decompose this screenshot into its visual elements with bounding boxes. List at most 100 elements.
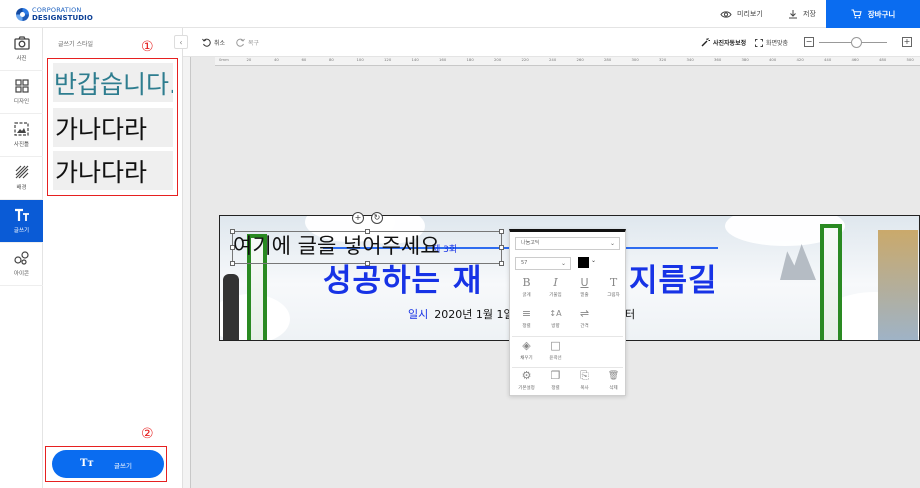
green-door-image xyxy=(820,224,842,340)
sidebar-item-frame[interactable]: 사진틀 xyxy=(0,114,43,157)
text-direction-icon: ↕A xyxy=(549,309,562,318)
spacing-button[interactable]: ⇌ 간격 xyxy=(570,307,599,339)
italic-button[interactable]: I 기울임 xyxy=(541,276,570,308)
logo-mark-icon xyxy=(16,8,29,21)
sidebar-item-photo[interactable]: 사진 xyxy=(0,28,43,71)
sidebar-item-label: 디자인 xyxy=(13,99,30,105)
align-button[interactable]: ≡ 정렬 xyxy=(512,307,541,339)
logo-line2: DESIGNSTUDIO xyxy=(32,14,93,22)
write-text-button[interactable]: Tт 글쓰기 xyxy=(52,450,164,478)
text-style-option[interactable]: 가나다라 xyxy=(53,151,173,190)
outline-square-icon: □ xyxy=(550,339,561,352)
text-edit-popup: 나눔고딕 ⌄ 57 ⌄ ⌄ B 굵게 I 기울임 U 밑줄 T 그림자 ≡ 정렬 ↕A 방향 ⇌… xyxy=(509,229,626,396)
minus-icon: − xyxy=(805,37,813,46)
style-sample-text: 가나다라 xyxy=(55,114,148,144)
paint-bucket-icon: ◈ xyxy=(522,339,531,352)
fit-screen-button[interactable]: 화면맞춤 xyxy=(755,28,788,57)
redo-button[interactable]: 복구 xyxy=(236,28,259,57)
ruler-tick: 20 xyxy=(246,57,252,62)
text-placeholder[interactable]: 여기에 글을 넣어주세요 xyxy=(233,230,440,260)
copy-icon: ⎘ xyxy=(580,369,589,382)
banner-title-right[interactable]: 지름길 xyxy=(629,255,718,300)
default-settings-label: 기본설정 xyxy=(518,386,535,391)
sidebar-item-design[interactable]: 디자인 xyxy=(0,71,43,114)
save-button[interactable]: 저장 xyxy=(788,0,816,28)
ruler-tick: 500 xyxy=(906,57,914,62)
redo-label: 복구 xyxy=(248,40,260,47)
text-style-option[interactable]: 가나다라 xyxy=(53,108,173,147)
direction-label: 방향 xyxy=(551,324,560,329)
shadow-icon: T xyxy=(609,276,618,289)
collapse-panel-button[interactable]: ‹ xyxy=(174,35,188,49)
spacing-icon: ⇌ xyxy=(579,307,590,320)
arrange-button[interactable]: ❐ 정렬 xyxy=(541,369,570,401)
zoom-out-button[interactable]: − xyxy=(804,37,814,47)
resize-handle[interactable] xyxy=(499,261,504,266)
shadow-label: 그림자 xyxy=(607,293,620,298)
text-style-option[interactable]: 반갑습니다. xyxy=(53,63,173,102)
ruler-tick: 460 xyxy=(851,57,859,62)
preview-button[interactable]: 미리보기 xyxy=(720,0,763,28)
underline-button[interactable]: U 밑줄 xyxy=(570,276,599,308)
style-sample-text: 반갑습니다. xyxy=(54,69,173,99)
ruler-tick: 260 xyxy=(576,57,584,62)
fullscreen-icon xyxy=(755,38,763,47)
ruler-tick: 340 xyxy=(686,57,694,62)
divider xyxy=(512,336,623,337)
sidebar-item-write[interactable]: 글쓰기 xyxy=(0,200,43,243)
ruler-tick: 380 xyxy=(741,57,749,62)
zoom-in-button[interactable]: + xyxy=(902,37,912,47)
eye-icon xyxy=(720,10,732,18)
bold-button[interactable]: B 굵게 xyxy=(512,276,541,308)
font-family-select[interactable]: 나눔고딕 ⌄ xyxy=(515,237,620,250)
cart-button[interactable]: 장바구니 xyxy=(826,0,920,28)
add-icon[interactable]: + xyxy=(352,212,364,224)
sidebar-item-icon[interactable]: 아이콘 xyxy=(0,243,43,286)
sidebar-item-label: 사진 xyxy=(16,56,27,62)
ruler-tick: 60 xyxy=(301,57,307,62)
copy-label: 복사 xyxy=(580,386,589,391)
magic-wand-icon xyxy=(701,38,710,47)
camera-icon xyxy=(13,36,30,50)
gear-icon: ⚙ xyxy=(521,369,532,382)
editor-toolbar: 취소 복구 사진자동보정 화면맞춤 − + xyxy=(183,28,920,57)
save-label: 저장 xyxy=(803,10,816,18)
company-logo[interactable]: CORPORATION DESIGNSTUDIO xyxy=(16,6,93,22)
sidebar-item-label: 아이콘 xyxy=(13,271,30,277)
date-value: 2020년 1월 1일 xyxy=(434,308,514,321)
delete-button[interactable]: 🗑 삭제 xyxy=(599,369,628,401)
banner-date-line[interactable]: 일시 2020년 1월 1일 xyxy=(408,306,514,322)
ruler-tick: 360 xyxy=(714,57,722,62)
text-color-swatch[interactable] xyxy=(578,257,589,268)
resize-handle[interactable] xyxy=(365,261,370,266)
ruler-tick: 180 xyxy=(466,57,474,62)
sidebar-item-label: 사진틀 xyxy=(13,142,30,148)
resize-handle[interactable] xyxy=(499,229,504,234)
sidebar-item-background[interactable]: 배경 xyxy=(0,157,43,200)
resize-handle[interactable] xyxy=(230,261,235,266)
chevron-down-icon: ⌄ xyxy=(609,240,615,247)
auto-photo-fix-button[interactable]: 사진자동보정 xyxy=(701,28,746,57)
bold-icon: B xyxy=(522,276,531,289)
horizontal-ruler: 0mm 20 40 60 80 100 120 140 160 180 200 220 240 260 28… xyxy=(215,57,920,66)
shadow-button[interactable]: T 그림자 xyxy=(599,276,628,308)
undo-button[interactable]: 취소 xyxy=(202,28,225,57)
ruler-tick: 440 xyxy=(824,57,832,62)
font-size-select[interactable]: 57 ⌄ xyxy=(515,257,571,270)
direction-button[interactable]: ↕A 방향 xyxy=(541,307,570,339)
ruler-tick: 100 xyxy=(356,57,364,62)
resize-handle[interactable] xyxy=(499,245,504,250)
write-button-label: 글쓰기 xyxy=(114,462,132,470)
text-tt-icon: Tт xyxy=(80,458,94,469)
default-settings-button[interactable]: ⚙ 기본설정 xyxy=(512,369,541,401)
rotate-icon[interactable]: ↻ xyxy=(371,212,383,224)
ruler-tick: 140 xyxy=(411,57,419,62)
hatch-pattern-icon xyxy=(15,165,28,179)
chevron-down-icon[interactable]: ⌄ xyxy=(591,257,596,264)
copy-button[interactable]: ⎘ 복사 xyxy=(570,369,599,401)
date-label: 일시 xyxy=(408,308,429,321)
city-background xyxy=(878,230,918,340)
banner-place-tail: 터 xyxy=(625,308,636,321)
zoom-slider-handle[interactable] xyxy=(851,37,862,48)
city-skyline xyxy=(780,244,816,280)
